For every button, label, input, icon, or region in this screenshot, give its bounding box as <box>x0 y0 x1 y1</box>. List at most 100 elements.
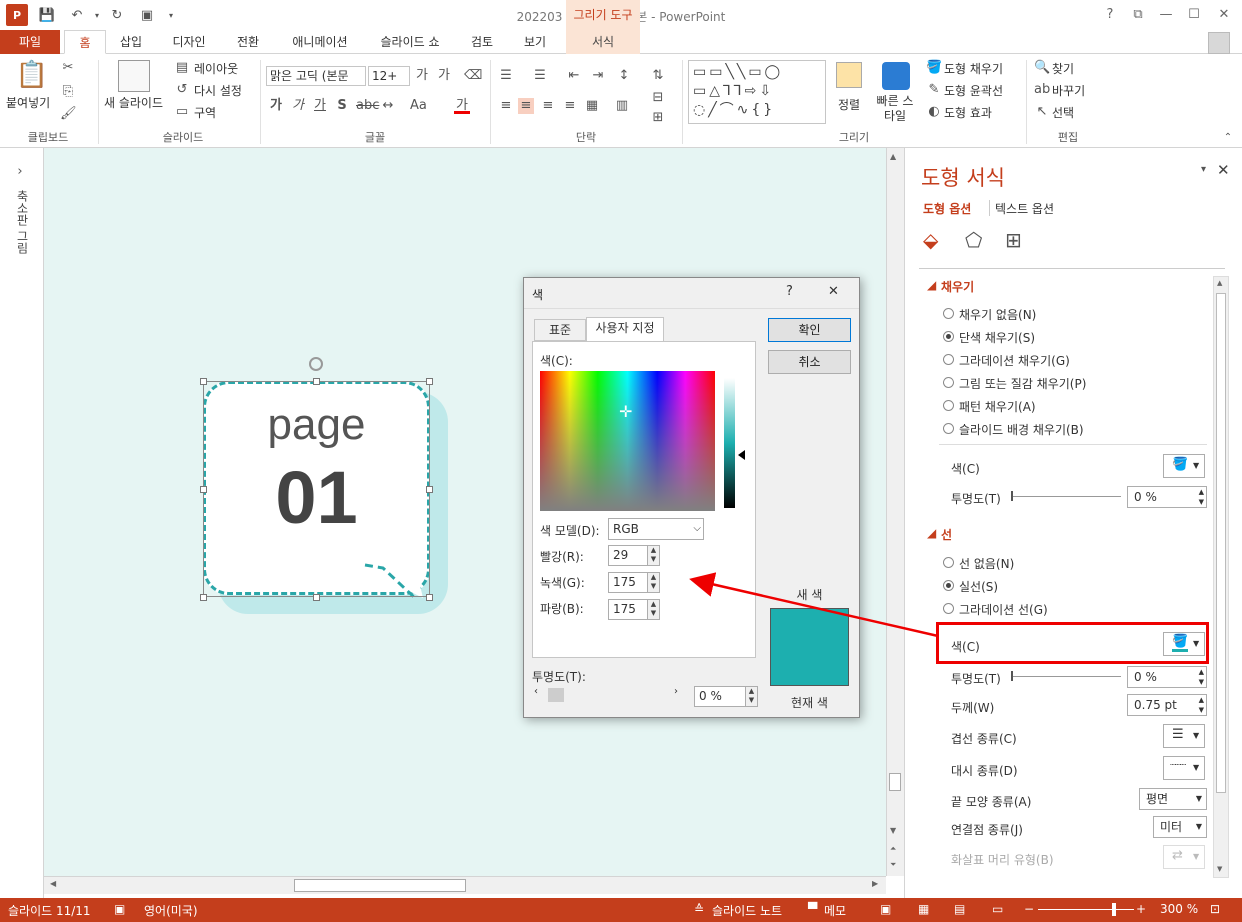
fill-pattern-radio[interactable] <box>943 400 954 411</box>
distributed-icon[interactable]: ▦ <box>584 98 600 114</box>
scroll-up-icon[interactable]: ▲ <box>1217 279 1222 287</box>
reset-icon[interactable]: ↺ <box>174 82 190 98</box>
layout-button[interactable]: 레이아웃 <box>194 60 238 77</box>
spellcheck-icon[interactable]: ▣ <box>114 902 125 916</box>
fill-line-icon[interactable]: ⬙ <box>923 228 938 252</box>
justify-icon[interactable]: ≡ <box>562 98 578 114</box>
quick-styles-button[interactable]: 빠른 스타일 <box>872 94 918 124</box>
zoom-slider-thumb[interactable] <box>1112 903 1116 916</box>
pane-close-icon[interactable]: ✕ <box>1217 161 1230 179</box>
ok-button[interactable]: 확인 <box>768 318 851 342</box>
blue-spinner[interactable]: 175 ▲ ▼ <box>608 599 660 620</box>
slide-vertical-scrollbar[interactable]: ▲ ▼ ⏶ ⏷ <box>886 148 904 876</box>
arrange-icon[interactable] <box>836 62 862 88</box>
select-button[interactable]: 선택 <box>1052 104 1074 121</box>
zoom-level[interactable]: 300 % <box>1160 902 1198 916</box>
section-icon[interactable]: ▭ <box>174 104 190 120</box>
notes-icon[interactable]: ≙ <box>694 902 704 916</box>
user-avatar[interactable] <box>1208 32 1230 54</box>
comments-icon[interactable]: ▀ <box>808 902 817 916</box>
spinner-arrows-icon[interactable]: ▲ ▼ <box>647 573 659 592</box>
pane-options-icon[interactable]: ▾ <box>1201 164 1206 175</box>
resize-handle[interactable] <box>313 378 320 385</box>
columns-icon[interactable]: ▥ <box>614 98 630 114</box>
tab-custom[interactable]: 사용자 지정 <box>586 317 664 342</box>
arrange-button[interactable]: 정렬 <box>838 96 860 113</box>
fill-picture-label[interactable]: 그림 또는 질감 채우기(P) <box>959 375 1086 392</box>
resize-handle[interactable] <box>426 486 433 493</box>
change-case-icon[interactable]: Aa <box>410 98 427 114</box>
shape-effects-button[interactable]: 도형 효과 <box>944 104 992 121</box>
decrease-indent-icon[interactable]: ⇤ <box>566 68 582 84</box>
tab-transitions[interactable]: 전환 <box>224 30 272 54</box>
reading-view-icon[interactable]: ▤ <box>954 902 965 916</box>
line-width-input[interactable]: 0.75 pt ▲ ▼ <box>1127 694 1207 716</box>
green-spinner[interactable]: 175 ▲ ▼ <box>608 572 660 593</box>
thumbnails-label[interactable]: 축소판 그림 <box>14 190 31 254</box>
shadow-icon[interactable]: S <box>334 98 350 114</box>
grow-font-icon[interactable]: 가 <box>414 68 430 84</box>
color-model-select[interactable]: RGB ⌵ <box>608 518 704 540</box>
tab-format[interactable]: 서식 <box>566 30 640 54</box>
tab-design[interactable]: 디자인 <box>162 30 216 54</box>
tab-text-options[interactable]: 텍스트 옵션 <box>995 200 1054 217</box>
color-spectrum[interactable] <box>540 371 715 511</box>
line-none-radio[interactable] <box>943 557 954 568</box>
dialog-help-button[interactable]: ? <box>786 284 793 299</box>
slider-thumb[interactable] <box>548 688 564 702</box>
paste-icon[interactable]: 📋 <box>14 60 50 94</box>
resize-handle[interactable] <box>313 594 320 601</box>
line-none-label[interactable]: 선 없음(N) <box>959 555 1014 572</box>
fill-transparency-slider[interactable] <box>1011 496 1121 497</box>
slide-horizontal-scrollbar[interactable]: ◀ ▶ <box>44 876 886 894</box>
shape-outline-button[interactable]: 도형 윤곽선 <box>944 82 1003 99</box>
comments-button[interactable]: 메모 <box>824 902 846 919</box>
collapse-ribbon-icon[interactable]: ⌃ <box>1220 130 1236 146</box>
zoom-in-icon[interactable]: + <box>1136 902 1146 916</box>
cut-icon[interactable]: ✂ <box>60 60 76 76</box>
ribbon-display-button[interactable]: ⧉ <box>1124 4 1152 26</box>
join-type-select[interactable]: 미터 ▼ <box>1153 816 1207 838</box>
luminance-slider[interactable] <box>724 378 735 508</box>
next-slide-icon[interactable]: ⏷ <box>890 860 896 870</box>
spinner-arrows-icon[interactable]: ▲ ▼ <box>1199 695 1204 715</box>
hscroll-thumb[interactable] <box>294 879 466 892</box>
section-button[interactable]: 구역 <box>194 104 216 121</box>
fill-background-radio[interactable] <box>943 423 954 434</box>
find-icon[interactable]: 🔍 <box>1034 60 1050 76</box>
format-painter-icon[interactable]: 🖌 <box>60 106 77 122</box>
normal-view-icon[interactable]: ▣ <box>880 902 891 916</box>
scroll-thumb[interactable] <box>889 773 901 791</box>
line-solid-label[interactable]: 실선(S) <box>959 578 998 595</box>
resize-handle[interactable] <box>200 594 207 601</box>
scroll-down-icon[interactable]: ▼ <box>1217 865 1222 873</box>
transparency-slider[interactable]: ‹ › <box>532 686 684 704</box>
font-size-combo[interactable]: 12+ <box>368 66 410 86</box>
fill-transparency-input[interactable]: 0 % ▲ ▼ <box>1127 486 1207 508</box>
rotate-handle-icon[interactable] <box>309 357 323 371</box>
tab-file[interactable]: 파일 <box>0 30 60 54</box>
help-button[interactable]: ? <box>1096 4 1124 26</box>
shapes-gallery[interactable]: ▭▭╲╲▭◯ ▭△⅂⅂⇨⇩ ◌╱⌒∿{} <box>688 60 826 124</box>
tab-view[interactable]: 보기 <box>512 30 558 54</box>
italic-icon[interactable]: 가 <box>290 98 306 114</box>
text-direction-icon[interactable]: ⇅ <box>650 68 666 84</box>
tab-review[interactable]: 검토 <box>460 30 504 54</box>
zoom-slider[interactable] <box>1038 909 1134 910</box>
fit-slide-icon[interactable]: ⊡ <box>1210 902 1220 916</box>
tab-insert[interactable]: 삽입 <box>110 30 152 54</box>
fill-section-arrow-icon[interactable]: ◢ <box>927 278 936 292</box>
underline-icon[interactable]: 가 <box>312 98 328 114</box>
fill-picture-radio[interactable] <box>943 377 954 388</box>
char-spacing-icon[interactable]: ↔ <box>380 98 396 114</box>
smartart-icon[interactable]: ⊞ <box>650 110 666 126</box>
align-left-icon[interactable]: ≡ <box>498 98 514 114</box>
paste-button[interactable]: 붙여넣기 <box>6 94 50 111</box>
pane-scroll-thumb[interactable] <box>1216 293 1226 793</box>
fill-none-label[interactable]: 채우기 없음(N) <box>959 306 1036 323</box>
shape-fill-icon[interactable]: 🪣 <box>926 60 942 76</box>
find-button[interactable]: 찾기 <box>1052 60 1074 77</box>
tab-standard[interactable]: 표준 <box>534 319 586 341</box>
notes-button[interactable]: 슬라이드 노트 <box>712 902 782 919</box>
align-text-icon[interactable]: ⊟ <box>650 90 666 106</box>
